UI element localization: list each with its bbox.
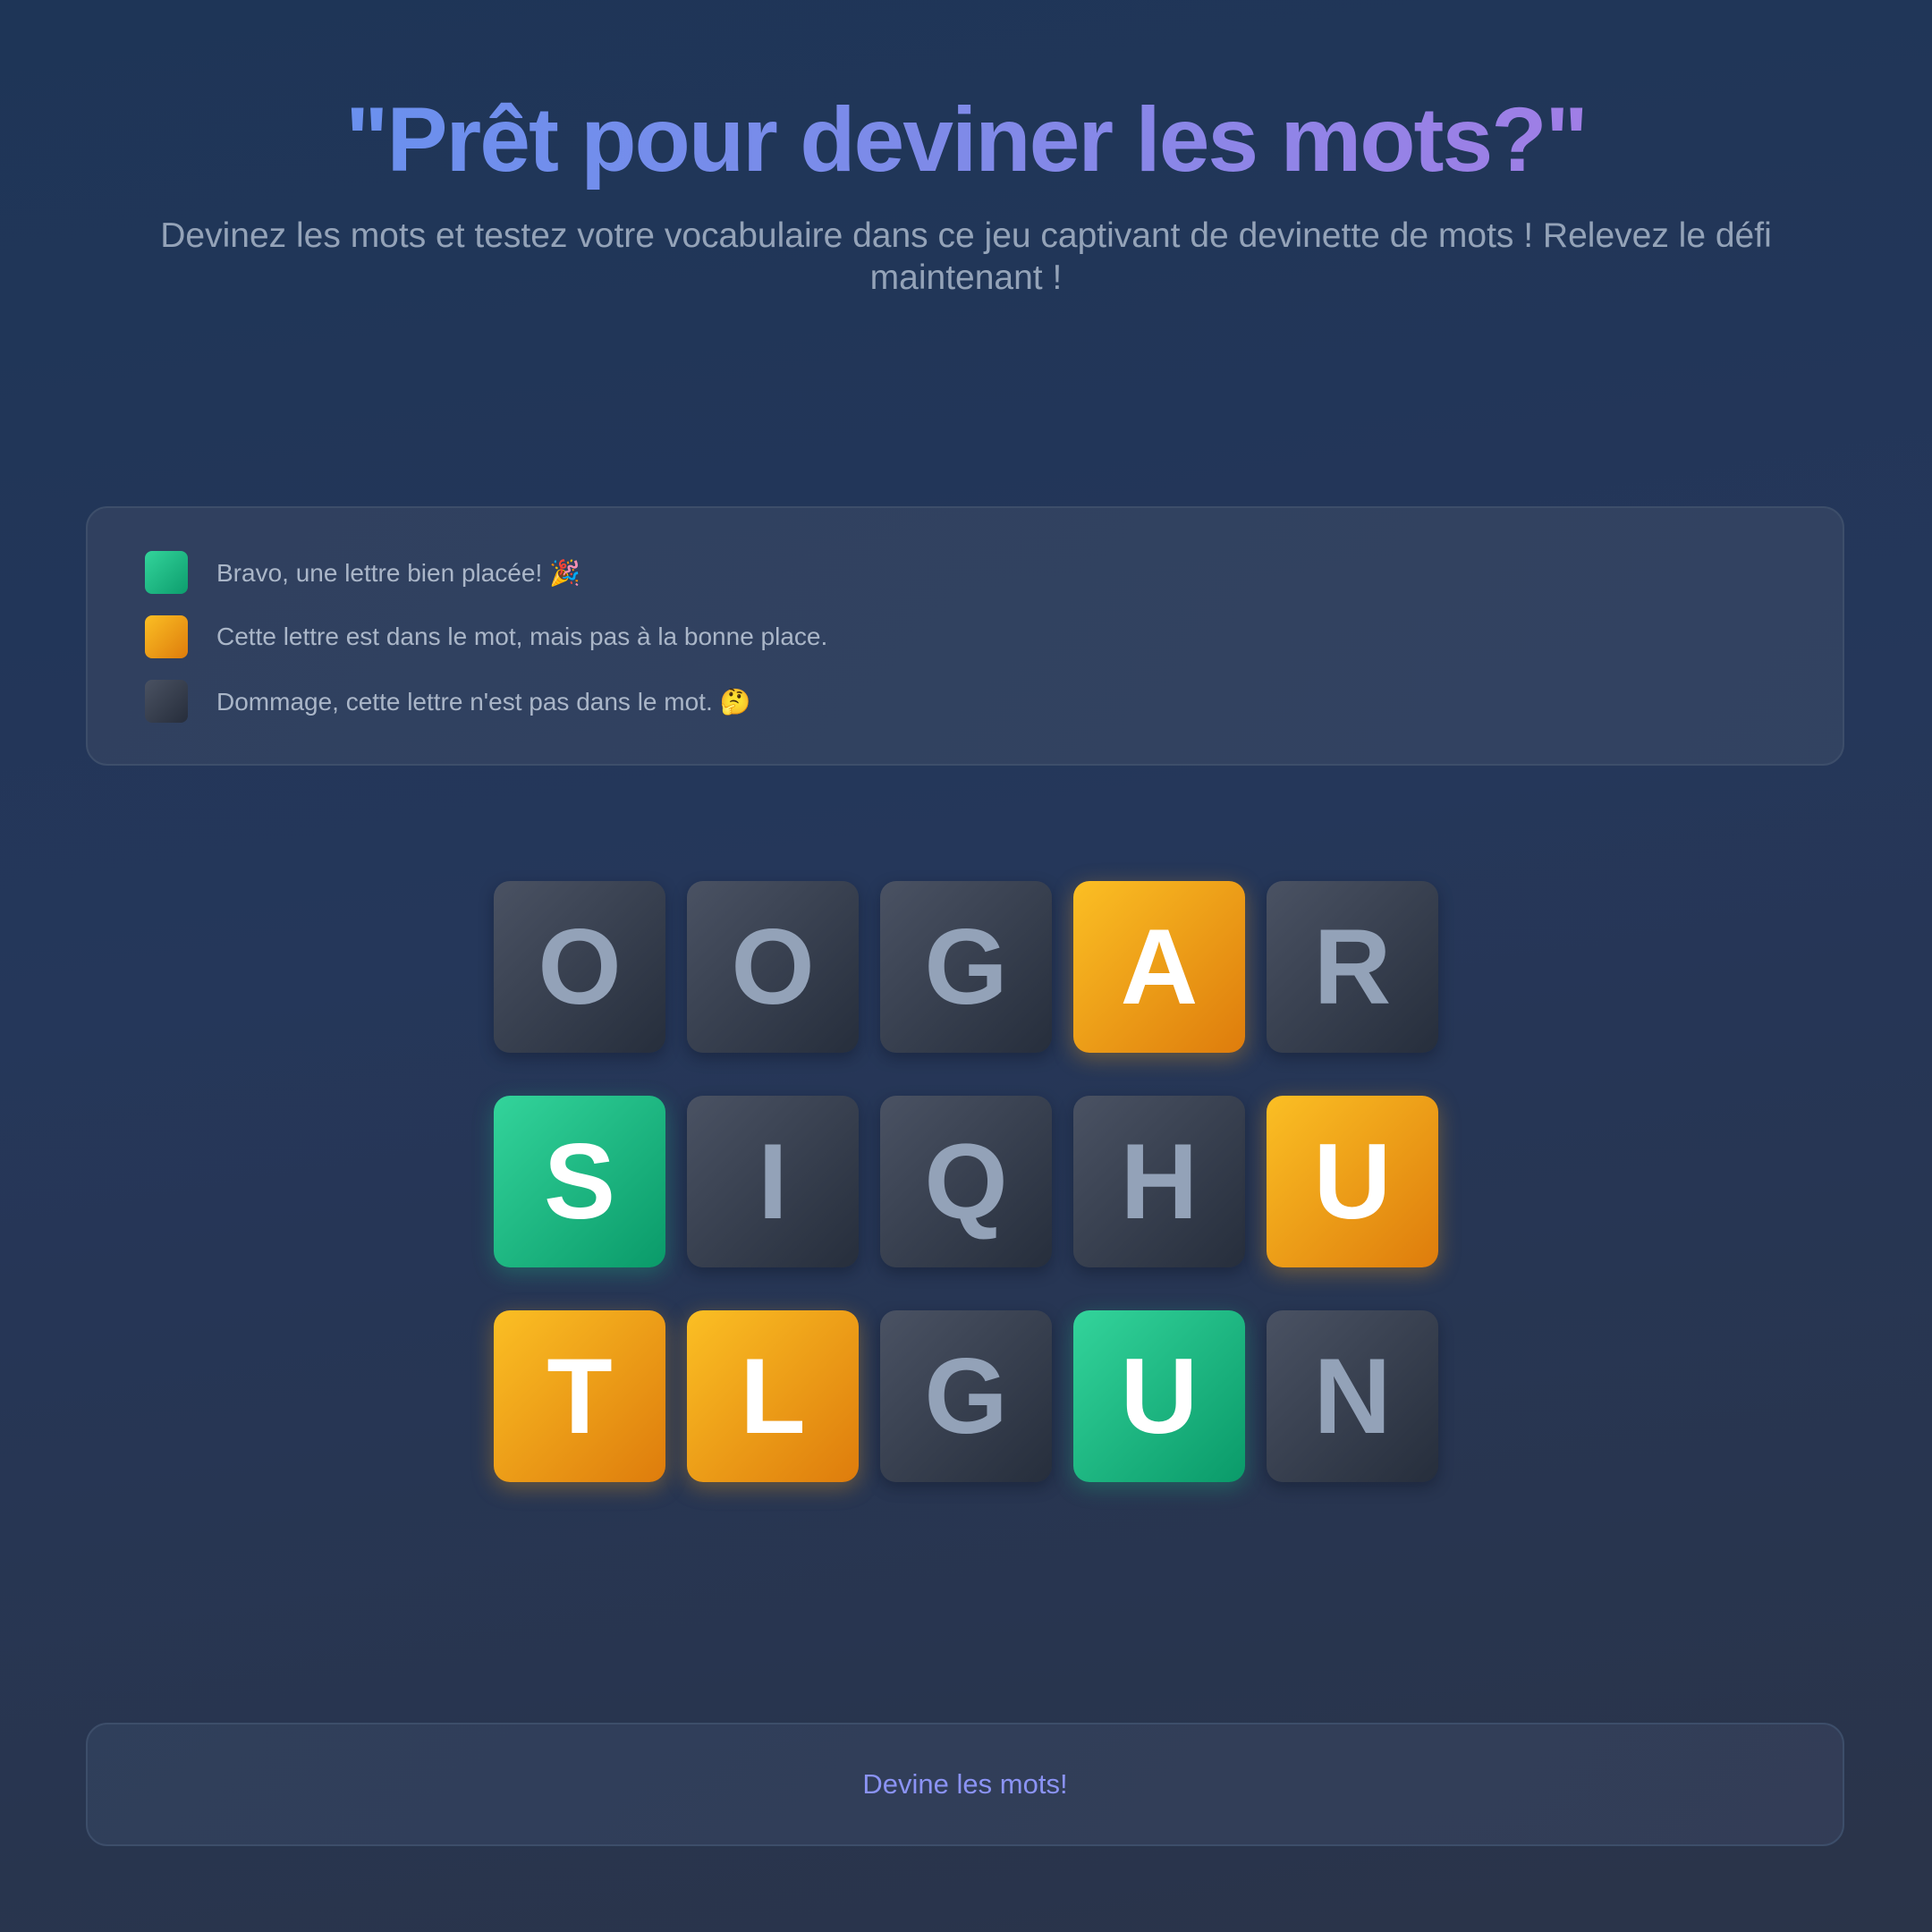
grid-row: SIQHU — [494, 1096, 1438, 1267]
grid-row: TLGUN — [494, 1310, 1438, 1482]
present-swatch-icon — [145, 615, 188, 658]
guess-words-button-label: Devine les mots! — [862, 1768, 1068, 1800]
letter-tile-absent: N — [1267, 1310, 1438, 1482]
page-subtitle: Devinez les mots et testez votre vocabul… — [160, 216, 1772, 298]
absent-swatch-icon — [145, 680, 188, 723]
correct-swatch-icon — [145, 551, 188, 594]
letter-tile-absent: Q — [880, 1096, 1052, 1267]
page-title: "Prêt pour deviner les mots?" — [345, 89, 1589, 191]
party-popper-icon: 🎉 — [549, 558, 581, 587]
game-page: "Prêt pour deviner les mots?" Devinez le… — [0, 0, 1932, 1932]
letter-tile-correct: U — [1073, 1310, 1245, 1482]
letter-tile-correct: S — [494, 1096, 665, 1267]
hero-header: "Prêt pour deviner les mots?" Devinez le… — [0, 89, 1932, 299]
letter-tile-absent: R — [1267, 881, 1438, 1053]
letter-tile-absent: I — [687, 1096, 859, 1267]
letter-tile-absent: O — [494, 881, 665, 1053]
legend-item-label: Dommage, cette lettre n'est pas dans le … — [216, 687, 751, 716]
legend-item-label: Bravo, une lettre bien placée! 🎉 — [216, 558, 580, 588]
legend-item-label: Cette lettre est dans le mot, mais pas à… — [216, 623, 827, 651]
legend-item-present: Cette lettre est dans le mot, mais pas à… — [145, 615, 1785, 658]
guess-words-button[interactable]: Devine les mots! — [86, 1723, 1844, 1846]
grid-row: OOGAR — [494, 881, 1438, 1053]
letter-tile-absent: G — [880, 1310, 1052, 1482]
legend-text-absent: Dommage, cette lettre n'est pas dans le … — [216, 687, 713, 716]
letter-tile-absent: G — [880, 881, 1052, 1053]
letter-grid: OOGARSIQHUTLGUN — [494, 881, 1438, 1525]
letter-tile-present: U — [1267, 1096, 1438, 1267]
letter-tile-present: L — [687, 1310, 859, 1482]
legend-item-absent: Dommage, cette lettre n'est pas dans le … — [145, 680, 1785, 723]
legend-panel: Bravo, une lettre bien placée! 🎉 Cette le… — [86, 506, 1844, 766]
thinking-face-icon: 🤔 — [719, 687, 751, 716]
legend-text-correct: Bravo, une lettre bien placée! — [216, 558, 543, 587]
letter-tile-present: T — [494, 1310, 665, 1482]
legend-item-correct: Bravo, une lettre bien placée! 🎉 — [145, 551, 1785, 594]
letter-tile-absent: H — [1073, 1096, 1245, 1267]
legend-text-present: Cette lettre est dans le mot, mais pas à… — [216, 623, 828, 650]
letter-tile-present: A — [1073, 881, 1245, 1053]
letter-tile-absent: O — [687, 881, 859, 1053]
